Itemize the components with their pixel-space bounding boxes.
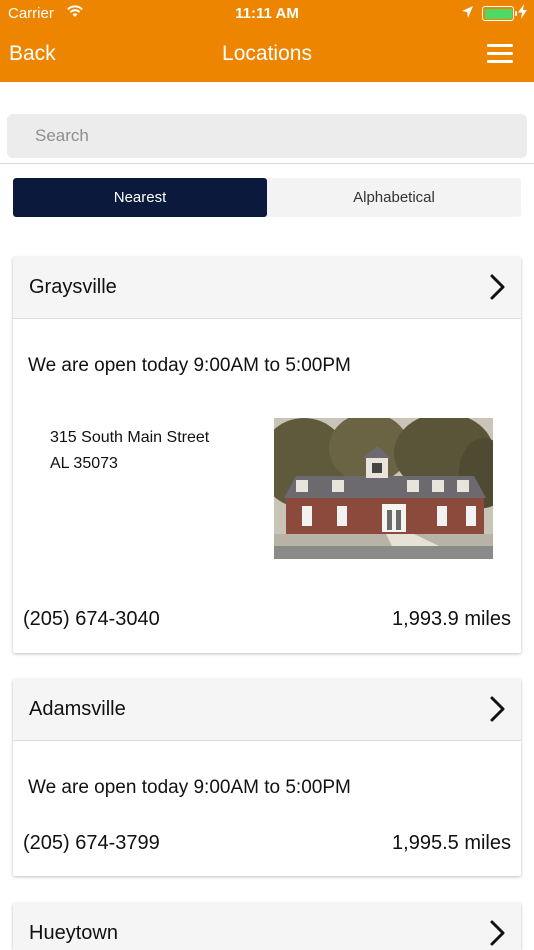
location-name: Hueytown (29, 922, 118, 944)
phone-link[interactable]: (205) 674-3799 (23, 832, 160, 855)
location-card: Hueytown (13, 903, 521, 950)
navigation-bar: Carrier 11:11 AM Back Locations (0, 0, 534, 82)
clock: 11:11 AM (235, 5, 299, 22)
distance-text: 1,993.9 miles (392, 608, 511, 630)
segment-alphabetical[interactable]: Alphabetical (267, 178, 521, 217)
location-name: Adamsville (29, 698, 126, 720)
location-card-header[interactable]: Graysville (13, 257, 521, 319)
location-card-header[interactable]: Hueytown (13, 903, 521, 950)
hours-text: We are open today 9:00AM to 5:00PM (28, 355, 351, 376)
hamburger-menu-icon[interactable] (487, 44, 513, 64)
location-card-header[interactable]: Adamsville (13, 679, 521, 741)
search-input[interactable] (7, 114, 527, 158)
distance-text: 1,995.5 miles (392, 832, 511, 854)
charging-bolt-icon (518, 4, 527, 23)
location-name: Graysville (29, 276, 117, 298)
address-street: 315 South Main Street (50, 429, 210, 446)
location-card: Graysville We are open today 9:00AM to 5… (13, 257, 521, 653)
battery-icon (482, 6, 517, 21)
location-arrow-icon (461, 5, 474, 23)
status-bar: Carrier 11:11 AM (0, 0, 534, 28)
address-zip: AL 35073 (50, 455, 118, 472)
chevron-right-icon (488, 919, 508, 950)
page-title: Locations (222, 42, 312, 65)
hours-text: We are open today 9:00AM to 5:00PM (28, 777, 351, 798)
branch-photo (274, 418, 493, 559)
address: 315 South Main Street AL 35073 (50, 425, 209, 477)
search-bar (0, 82, 534, 164)
chevron-right-icon (488, 273, 508, 306)
segment-nearest[interactable]: Nearest (13, 178, 267, 217)
sort-segmented-control: Nearest Alphabetical (13, 178, 521, 217)
chevron-right-icon (488, 695, 508, 728)
phone-link[interactable]: (205) 674-3040 (23, 608, 160, 631)
location-card: Adamsville We are open today 9:00AM to 5… (13, 679, 521, 876)
